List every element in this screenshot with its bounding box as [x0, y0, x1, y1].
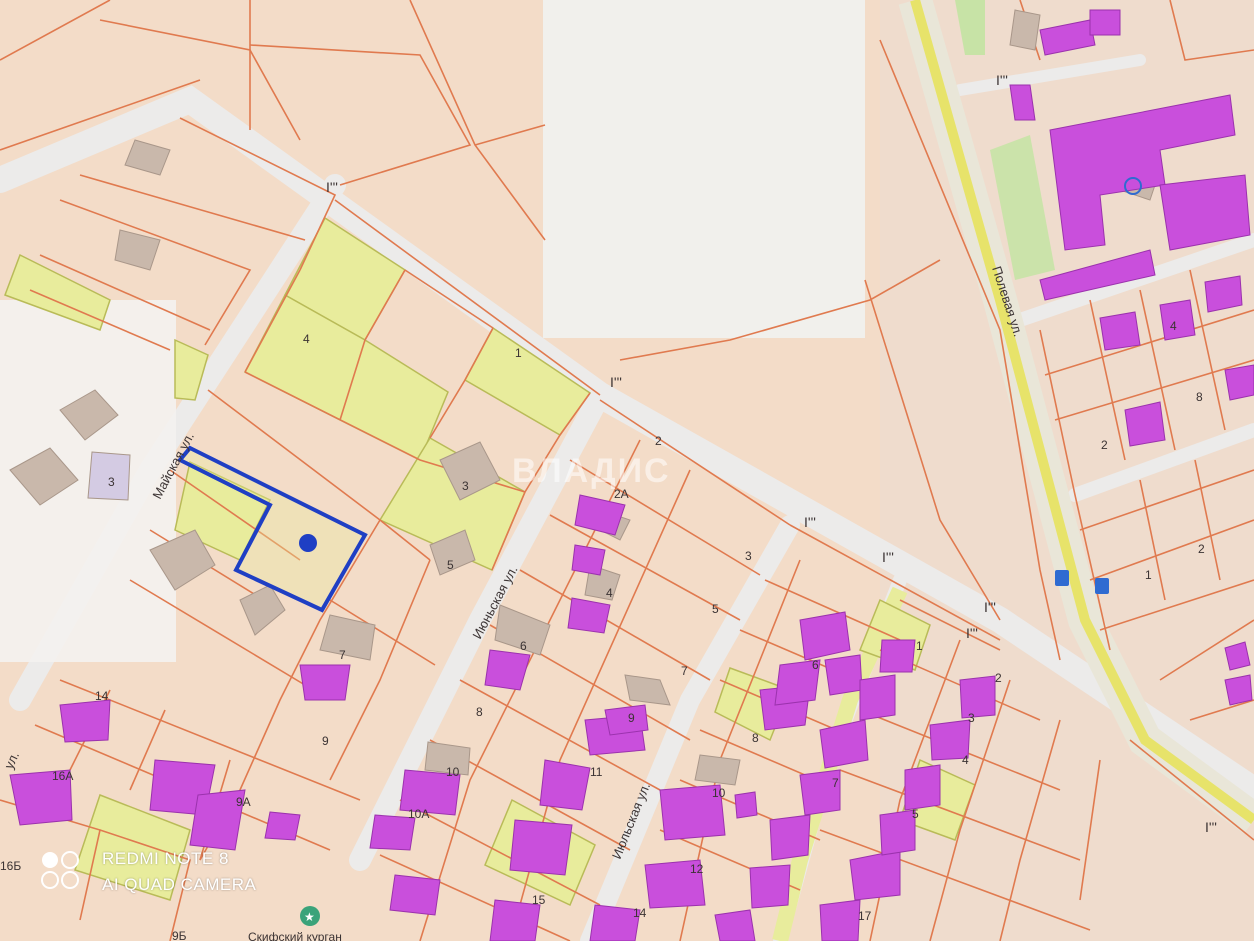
plot-number-label: 16Б — [0, 859, 21, 873]
plot-number-label: 3 — [462, 479, 469, 493]
cadastral-map[interactable]: I''' I''' I''' I''' I''' I''' I''' I''' … — [0, 0, 1254, 941]
bus-stop-icon — [1055, 570, 1069, 586]
plot-number-label: 9Б — [172, 929, 187, 941]
plot-number-label: 8 — [476, 705, 483, 719]
plot-number-label: 2 — [1101, 438, 1108, 452]
selected-plot-marker[interactable] — [299, 534, 317, 552]
svg-text:I''': I''' — [1205, 819, 1217, 835]
glare-top — [543, 0, 865, 338]
plot-number-label: 6 — [520, 639, 527, 653]
plot-number-label: 4 — [1170, 319, 1177, 333]
plot-number-label: 10 — [446, 765, 460, 779]
svg-text:I''': I''' — [326, 179, 338, 195]
svg-text:I''': I''' — [610, 374, 622, 390]
bus-stop-icon — [1095, 578, 1109, 594]
plot-number-label: 7 — [339, 648, 346, 662]
plot-number-label: 1 — [916, 639, 923, 653]
camera-logo-icon — [41, 851, 79, 889]
plot-number-label: 11 — [590, 765, 603, 779]
camera-model: REDMI NOTE 8 — [102, 849, 229, 868]
plot-number-label: 8 — [1196, 390, 1203, 404]
plot-number-label: 12 — [690, 862, 704, 876]
plot-number-label: 7 — [832, 776, 839, 790]
brand-watermark: ВЛАДИС — [512, 452, 671, 490]
plot-number-label: 2 — [655, 434, 662, 448]
kurgan-star: ★ — [304, 910, 315, 924]
plot-number-label: 7 — [681, 664, 688, 678]
plot-number-label: 14 — [95, 689, 109, 703]
plot-number-label: 14 — [633, 906, 647, 920]
plot-number-label: 9А — [236, 795, 251, 809]
plot-number-label: 3 — [968, 711, 975, 725]
plot-number-label: 2 — [1198, 542, 1205, 556]
plot-number-label: 4 — [962, 753, 969, 767]
plot-number-label: 10А — [408, 807, 429, 821]
plot-number-label: 10 — [712, 786, 726, 800]
svg-text:I''': I''' — [966, 625, 978, 641]
plot-number-label: 5 — [712, 602, 719, 616]
plot-number-label: 15 — [532, 893, 546, 907]
plot-number-label: 4 — [606, 586, 613, 600]
svg-text:I''': I''' — [804, 514, 816, 530]
camera-feature: AI QUAD CAMERA — [102, 875, 257, 894]
svg-text:I''': I''' — [996, 72, 1008, 88]
plot-number-label: 17 — [858, 909, 872, 923]
plot-number-label: 16А — [52, 769, 73, 783]
plot-number-label: 8 — [752, 731, 759, 745]
poi-label-kurgan: Скифский курган — [248, 930, 342, 941]
plot-number-label: 9 — [322, 734, 329, 748]
plot-number-label: 3 — [108, 475, 115, 489]
plot-number-label: 4 — [303, 332, 310, 346]
plot-number-label: 6 — [812, 658, 819, 672]
plot-number-label: 3 — [745, 549, 752, 563]
svg-text:I''': I''' — [882, 549, 894, 565]
plot-number-label: 1 — [1145, 568, 1152, 582]
plot-number-label: 5 — [912, 807, 919, 821]
plot-number-label: 9 — [628, 711, 635, 725]
plot-number-label: 5 — [447, 558, 454, 572]
svg-text:I''': I''' — [984, 599, 996, 615]
plot-number-label: 1 — [515, 346, 522, 360]
plot-number-label: 2 — [995, 671, 1002, 685]
